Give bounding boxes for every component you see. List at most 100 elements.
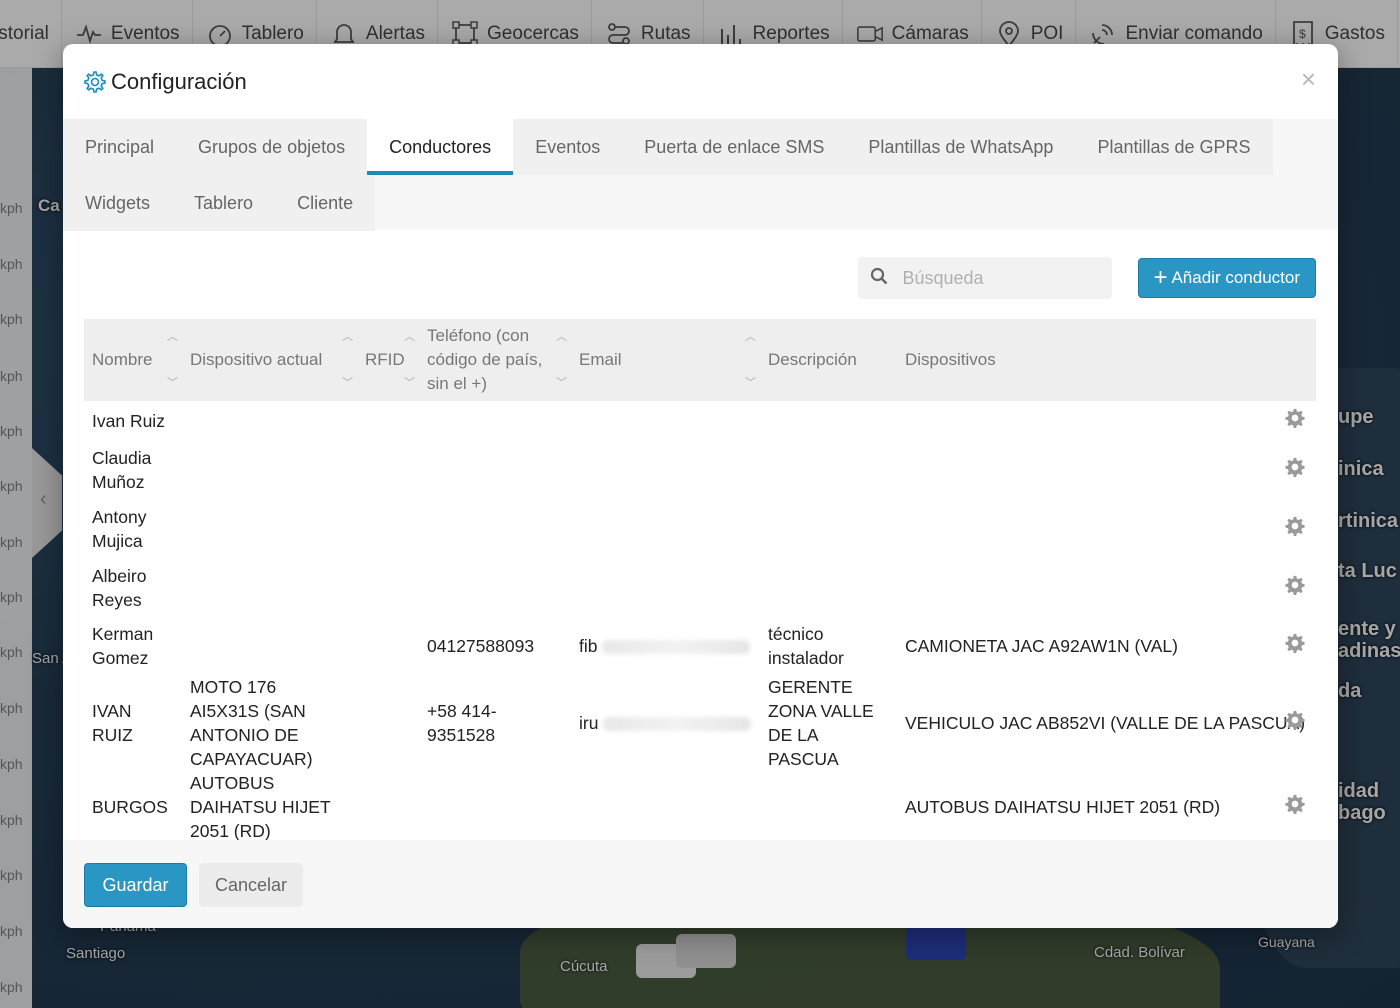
modal-footer: Guardar Cancelar bbox=[63, 840, 1338, 928]
column-header-email[interactable]: Email ︿ ﹀ bbox=[571, 319, 760, 401]
column-header-descripcion: Descripción bbox=[768, 350, 857, 369]
tab-row: Principal Grupos de objetos Conductores … bbox=[63, 119, 1273, 175]
cell-descripcion: técnico instalador bbox=[768, 624, 844, 668]
tab-row: Widgets Tablero Cliente bbox=[63, 175, 376, 231]
tab-plantillas-whatsapp[interactable]: Plantillas de WhatsApp bbox=[846, 119, 1075, 175]
tab-plantillas-gprs[interactable]: Plantillas de GPRS bbox=[1075, 119, 1272, 175]
table-row[interactable]: Claudia Muñoz bbox=[84, 441, 1316, 499]
row-settings-gear-icon[interactable] bbox=[1277, 559, 1316, 617]
sort-desc-icon[interactable]: ﹀ bbox=[342, 371, 353, 395]
row-settings-gear-icon[interactable] bbox=[1277, 617, 1316, 675]
tab-puerta-de-enlace-sms[interactable]: Puerta de enlace SMS bbox=[622, 119, 846, 175]
cell-telefono bbox=[419, 559, 571, 617]
column-header-dispositivos: Dispositivos bbox=[905, 350, 996, 369]
table-row[interactable]: BURGOS AUTOBUS DAIHATSU HIJET 2051 (RD) AU… bbox=[84, 771, 1316, 844]
cell-nombre: BURGOS bbox=[92, 797, 168, 817]
cell-dispositivo-actual bbox=[182, 441, 357, 499]
cell-telefono: 04127588093 bbox=[427, 636, 535, 656]
cell-telefono bbox=[419, 401, 571, 441]
cell-dispositivos: AUTOBUS DAIHATSU HIJET 2051 (RD) bbox=[905, 797, 1221, 817]
drivers-toolbar: + Añadir conductor bbox=[858, 257, 1316, 299]
tab-widgets[interactable]: Widgets bbox=[63, 175, 172, 231]
plus-icon: + bbox=[1153, 264, 1168, 291]
cell-email bbox=[571, 499, 760, 559]
close-icon[interactable]: × bbox=[1301, 66, 1316, 92]
cell-dispositivo-actual bbox=[182, 559, 357, 617]
search-icon bbox=[870, 267, 902, 290]
cell-rfid bbox=[357, 499, 419, 559]
table-row[interactable]: Antony Mujica bbox=[84, 499, 1316, 559]
cell-dispositivo-actual bbox=[182, 401, 357, 441]
tab-grupos-de-objetos[interactable]: Grupos de objetos bbox=[176, 119, 367, 175]
sort-desc-icon[interactable]: ﹀ bbox=[167, 371, 178, 395]
table-row[interactable]: Albeiro Reyes bbox=[84, 559, 1316, 617]
tab-bar: Principal Grupos de objetos Conductores … bbox=[63, 119, 1338, 231]
cell-descripcion bbox=[760, 401, 897, 441]
cell-nombre: IVAN RUIZ bbox=[92, 701, 133, 745]
cell-nombre: Antony Mujica bbox=[92, 507, 147, 551]
cell-descripcion bbox=[760, 559, 897, 617]
sort-asc-icon[interactable]: ︿ bbox=[404, 325, 415, 349]
cell-dispositivos bbox=[897, 499, 1277, 559]
sort-asc-icon[interactable]: ︿ bbox=[342, 325, 353, 349]
column-header-rfid[interactable]: RFID ︿ ﹀ bbox=[357, 319, 419, 401]
cell-email: iru bbox=[571, 675, 760, 771]
cell-email bbox=[571, 559, 760, 617]
row-settings-gear-icon[interactable] bbox=[1277, 771, 1316, 844]
redacted-email bbox=[603, 717, 752, 732]
sort-desc-icon[interactable]: ﹀ bbox=[404, 371, 415, 395]
sort-asc-icon[interactable]: ︿ bbox=[745, 325, 756, 349]
table-row[interactable]: IVAN RUIZ MOTO 176 AI5X31S (SAN ANTONIO D… bbox=[84, 675, 1316, 771]
sort-desc-icon[interactable]: ﹀ bbox=[556, 371, 567, 395]
cell-dispositivos: CAMIONETA JAC A92AW1N (VAL) bbox=[905, 636, 1178, 656]
cell-rfid bbox=[357, 559, 419, 617]
cell-rfid bbox=[357, 617, 419, 675]
column-header-actions bbox=[1277, 319, 1316, 401]
cell-telefono: +58 414-9351528 bbox=[427, 701, 497, 745]
table-row[interactable]: Ivan Ruiz bbox=[84, 401, 1316, 441]
table-body: Ivan Ruiz Claudia Muñoz Antony Mujica Albei… bbox=[84, 401, 1316, 844]
search-input[interactable] bbox=[902, 267, 1093, 289]
cell-descripcion: GERENTE ZONA VALLE DE LA PASCUA bbox=[768, 677, 874, 769]
sort-asc-icon[interactable]: ︿ bbox=[167, 325, 178, 349]
cell-descripcion bbox=[760, 441, 897, 499]
cell-dispositivos: VEHICULO JAC AB852VI (VALLE DE LA PASCUA… bbox=[905, 713, 1306, 733]
drivers-table: Nombre ︿ ﹀ Dispositivo actual ︿ ﹀ RFID ︿ ﹀ Tel… bbox=[84, 319, 1316, 844]
cell-email bbox=[571, 771, 760, 844]
modal-title: Configuración bbox=[111, 68, 247, 94]
row-settings-gear-icon[interactable] bbox=[1277, 401, 1316, 441]
cell-telefono bbox=[419, 499, 571, 559]
cell-telefono bbox=[419, 771, 571, 844]
modal-header: Configuración × bbox=[63, 44, 1338, 119]
settings-modal: Configuración × Principal Grupos de obje… bbox=[63, 44, 1338, 928]
cell-rfid bbox=[357, 675, 419, 771]
cell-descripcion bbox=[760, 771, 897, 844]
cancel-button[interactable]: Cancelar bbox=[199, 863, 303, 907]
cell-email bbox=[571, 401, 760, 441]
cell-dispositivos bbox=[897, 559, 1277, 617]
cell-dispositivos bbox=[897, 441, 1277, 499]
tab-conductores[interactable]: Conductores bbox=[367, 119, 514, 175]
cell-dispositivo-actual bbox=[182, 499, 357, 559]
column-header-nombre[interactable]: Nombre ︿ ﹀ bbox=[84, 319, 182, 401]
cell-dispositivo-actual: MOTO 176 AI5X31S (SAN ANTONIO DE CAPAYAC… bbox=[190, 677, 313, 769]
tab-tablero[interactable]: Tablero bbox=[172, 175, 275, 231]
sort-asc-icon[interactable]: ︿ bbox=[556, 325, 567, 349]
column-header-dispositivo-actual[interactable]: Dispositivo actual ︿ ﹀ bbox=[182, 319, 357, 401]
add-driver-button[interactable]: + Añadir conductor bbox=[1138, 258, 1316, 298]
sort-desc-icon[interactable]: ﹀ bbox=[745, 371, 756, 395]
cell-email bbox=[571, 441, 760, 499]
column-header-telefono[interactable]: Teléfono (con código de país, sin el +) ︿… bbox=[419, 319, 571, 401]
row-settings-gear-icon[interactable] bbox=[1277, 499, 1316, 559]
save-button[interactable]: Guardar bbox=[84, 863, 187, 907]
cell-nombre: Albeiro Reyes bbox=[92, 566, 147, 610]
tab-eventos[interactable]: Eventos bbox=[513, 119, 622, 175]
tab-cliente[interactable]: Cliente bbox=[275, 175, 375, 231]
cell-nombre: Claudia Muñoz bbox=[92, 448, 152, 492]
table-header-row: Nombre ︿ ﹀ Dispositivo actual ︿ ﹀ RFID ︿ ﹀ Tel… bbox=[84, 319, 1316, 401]
row-settings-gear-icon[interactable] bbox=[1277, 441, 1316, 499]
search-box bbox=[858, 257, 1113, 299]
table-row[interactable]: Kerman Gomez 04127588093 fib técnico insta… bbox=[84, 617, 1316, 675]
cell-rfid bbox=[357, 441, 419, 499]
tab-principal[interactable]: Principal bbox=[63, 119, 176, 175]
